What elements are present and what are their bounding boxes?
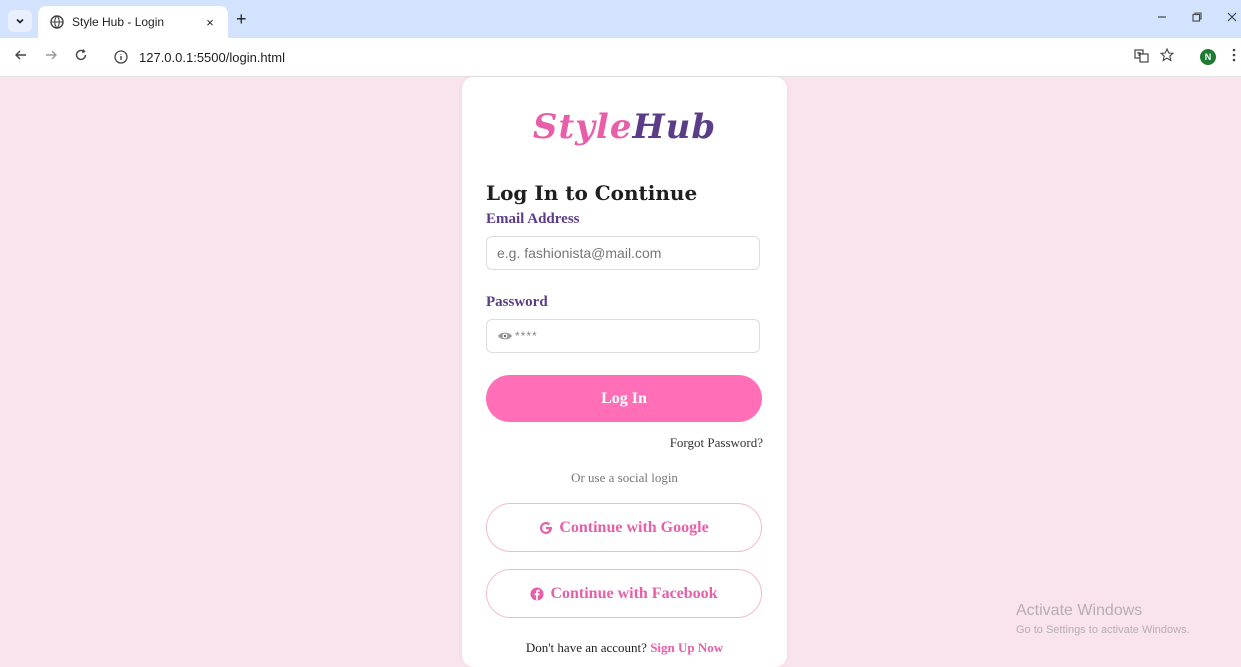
browser-toolbar: 127.0.0.1:5500/login.html — [0, 38, 1241, 77]
social-login-text: Or use a social login — [571, 470, 678, 485]
google-icon — [539, 521, 553, 535]
browser-tab[interactable]: Style Hub - Login × — [38, 6, 228, 38]
eye-icon[interactable] — [497, 330, 513, 342]
logo-style: Style — [532, 107, 633, 147]
menu-dots-icon[interactable] — [1232, 48, 1236, 65]
chevron-down-icon — [16, 18, 24, 24]
translate-icon[interactable] — [1134, 48, 1150, 67]
watermark-title: Activate Windows — [1016, 602, 1143, 619]
minimize-icon[interactable] — [1156, 10, 1168, 26]
password-mask: **** — [515, 329, 538, 343]
stylehub-logo: StyleHub — [462, 107, 787, 147]
info-icon[interactable] — [113, 49, 129, 65]
tab-search-button[interactable] — [8, 10, 32, 32]
google-login-button[interactable]: Continue with Google — [486, 503, 762, 552]
facebook-button-label: Continue with Facebook — [550, 584, 718, 602]
email-placeholder: e.g. fashionista@mail.com — [497, 245, 662, 261]
login-card: StyleHub Log In to Continue Email Addres… — [462, 77, 787, 667]
restore-icon[interactable] — [1191, 10, 1203, 26]
new-tab-button[interactable]: + — [236, 10, 247, 28]
watermark-subtitle: Go to Settings to activate Windows. — [1016, 624, 1190, 636]
email-field[interactable]: e.g. fashionista@mail.com — [486, 236, 760, 270]
facebook-login-button[interactable]: Continue with Facebook — [486, 569, 762, 618]
tab-title: Style Hub - Login — [72, 15, 165, 29]
signup-line: Don't have an account? Sign Up Now — [462, 640, 787, 656]
close-window-icon[interactable] — [1226, 10, 1238, 26]
facebook-icon — [530, 587, 544, 601]
page-title: Log In to Continue — [486, 181, 698, 205]
email-label: Email Address — [486, 211, 580, 227]
password-label: Password — [486, 294, 548, 310]
password-field[interactable]: **** — [486, 319, 760, 353]
forgot-password-link[interactable]: Forgot Password? — [670, 435, 763, 451]
globe-icon — [50, 15, 64, 29]
back-icon[interactable] — [14, 48, 28, 66]
reload-icon[interactable] — [74, 48, 88, 66]
google-button-label: Continue with Google — [559, 518, 709, 536]
forward-icon[interactable] — [44, 48, 58, 66]
logo-hub: Hub — [632, 107, 717, 147]
page-background: StyleHub Log In to Continue Email Addres… — [0, 77, 1241, 667]
activate-windows-watermark: Activate Windows Go to Settings to activ… — [1016, 602, 1190, 636]
tab-close-icon[interactable]: × — [202, 15, 218, 30]
login-button[interactable]: Log In — [486, 375, 762, 422]
profile-avatar[interactable]: N — [1200, 49, 1216, 65]
bookmark-star-icon[interactable] — [1159, 47, 1175, 65]
url-text: 127.0.0.1:5500/login.html — [139, 49, 285, 65]
address-bar[interactable]: 127.0.0.1:5500/login.html — [105, 44, 1185, 70]
tab-strip: Style Hub - Login × + — [0, 0, 1241, 38]
